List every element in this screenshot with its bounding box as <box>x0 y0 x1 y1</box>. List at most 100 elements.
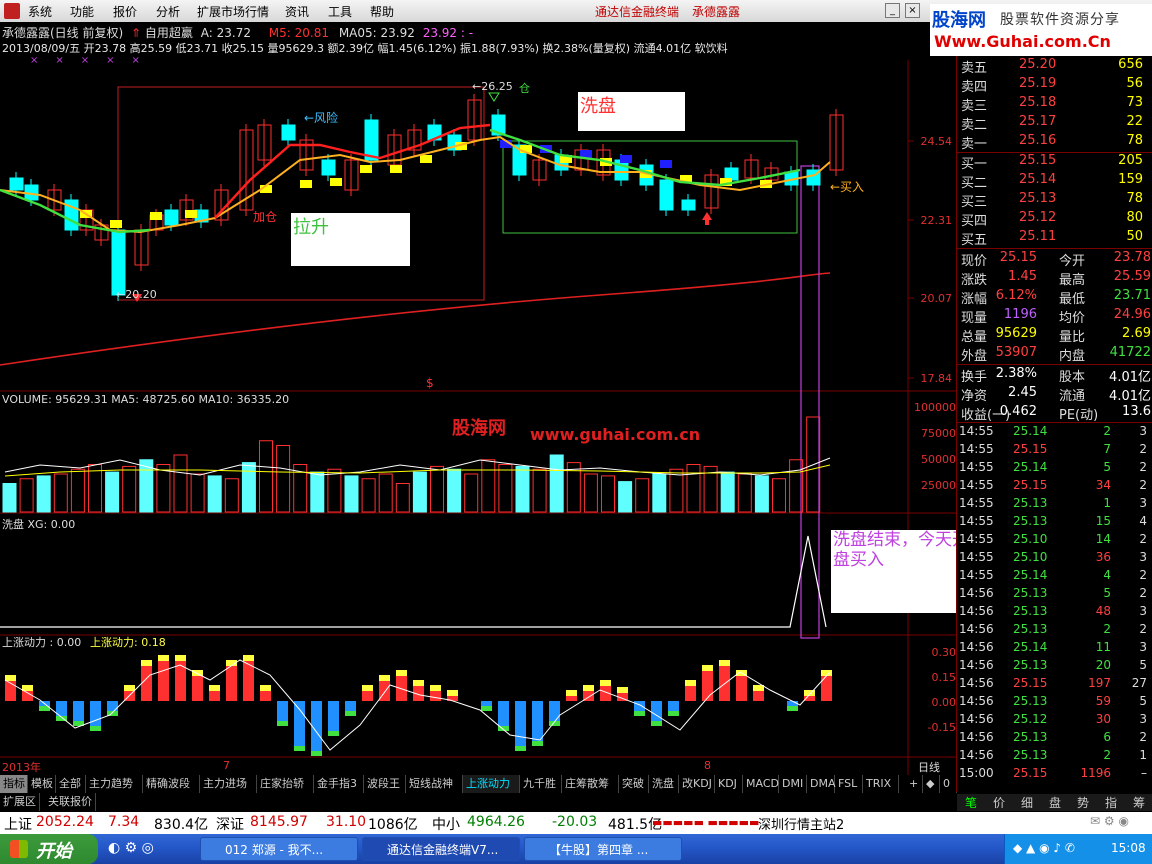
quote-level-row[interactable]: 卖五 25.20 656 <box>961 57 1151 76</box>
detail-tab-0[interactable]: 笔 <box>957 794 985 811</box>
tab-16[interactable]: KDJ <box>715 775 743 793</box>
taskbar-item-tdx[interactable]: 通达信金融终端V7... <box>362 837 520 861</box>
tab-19[interactable]: DMA <box>807 775 836 793</box>
sh-label[interactable]: 上证 <box>4 814 32 834</box>
tray-icons-row[interactable]: ◆ ▲ ◉ ♪ ✆ <box>1013 841 1075 855</box>
stat-label: 流通 <box>1059 389 1086 404</box>
tab-7[interactable]: 金手指3 <box>314 775 364 793</box>
tab-0[interactable]: 指标 <box>0 775 28 793</box>
tab-related-quote[interactable]: 关联报价 <box>45 793 96 811</box>
menu-news[interactable]: 资讯 <box>285 3 309 20</box>
menu-system[interactable]: 系统 <box>28 3 52 20</box>
tab-17[interactable]: MACD <box>743 775 779 793</box>
menu-help[interactable]: 帮助 <box>370 3 394 20</box>
minimize-button[interactable]: _ <box>885 3 900 18</box>
quote-level-row[interactable]: 买三 25.13 78 <box>961 191 1151 210</box>
stat-value: 13.6 <box>1122 404 1151 419</box>
server-name[interactable]: 深圳行情主站2 <box>758 814 844 833</box>
tab-5[interactable]: 主力进场 <box>200 775 257 793</box>
volume-bar <box>618 481 633 513</box>
tab-10[interactable]: 上涨动力 <box>463 775 520 793</box>
tab-14[interactable]: 洗盘 <box>649 775 679 793</box>
volume-bar <box>686 464 701 513</box>
clock[interactable]: 15:08 <box>1111 841 1146 855</box>
sz-amount: 1086亿 <box>368 817 418 833</box>
zx-change: -20.03 <box>552 814 598 830</box>
stat-label: 换手 <box>961 370 988 385</box>
tab-2[interactable]: 全部 <box>56 775 86 793</box>
sz-label[interactable]: 深证 <box>216 814 244 834</box>
quote-level-row[interactable]: 卖三 25.18 73 <box>961 95 1151 114</box>
app-icon[interactable] <box>4 3 20 19</box>
menu-extended-market[interactable]: 扩展市场行情 <box>197 3 269 20</box>
tab-4[interactable]: 精确波段 <box>143 775 200 793</box>
tab-6[interactable]: 庄家抬轿 <box>257 775 314 793</box>
stat-value: 2.69 <box>1122 326 1151 341</box>
tab-13[interactable]: 突破 <box>619 775 649 793</box>
tick-cell: 15 <box>1095 514 1111 528</box>
detail-tab-5[interactable]: 指 <box>1097 794 1125 811</box>
stat-label: 最高 <box>1059 273 1086 288</box>
tab-11[interactable]: 九千胜 <box>520 775 562 793</box>
formula-name[interactable]: 自用超赢 <box>145 26 193 40</box>
tab-3[interactable]: 主力趋势 <box>86 775 143 793</box>
sh-amount: 830.4亿 <box>154 817 209 833</box>
taskbar-item-music[interactable]: 012 郑源 - 我不... <box>200 837 358 861</box>
start-button[interactable]: 开始 <box>0 834 98 864</box>
menu-function[interactable]: 功能 <box>70 3 94 20</box>
momentum-cap <box>158 655 169 661</box>
tab-control-2[interactable]: 0 <box>940 775 957 793</box>
tab-control-0[interactable]: + <box>906 775 923 793</box>
tick-cell: 14:56 <box>959 730 994 744</box>
quote-level-row[interactable]: 卖一 25.16 78 <box>961 133 1151 152</box>
tab-18[interactable]: DMI <box>779 775 807 793</box>
detail-tab-3[interactable]: 盘 <box>1041 794 1069 811</box>
quote-level-row[interactable]: 卖四 25.19 56 <box>961 76 1151 95</box>
tick-row: 14:56 25.13 6 2 <box>959 730 1151 748</box>
stat-value: 1196 <box>1003 307 1037 322</box>
detail-tab-6[interactable]: 筹 <box>1125 794 1152 811</box>
tab-21[interactable]: TRIX <box>863 775 899 793</box>
quote-n: 卖四 <box>961 80 988 95</box>
tab-1[interactable]: 模板 <box>28 775 56 793</box>
detail-tab-2[interactable]: 细 <box>1013 794 1041 811</box>
tab-extend-area[interactable]: 扩展区 <box>0 793 40 811</box>
menu-quote[interactable]: 报价 <box>113 3 137 20</box>
quicklaunch-icons[interactable]: ◐ ⚙ ◎ <box>108 840 154 856</box>
tab-15[interactable]: 改KDJ <box>679 775 715 793</box>
signal-block <box>390 165 402 173</box>
menu-tools[interactable]: 工具 <box>328 3 352 20</box>
detail-tab-1[interactable]: 价 <box>985 794 1013 811</box>
taskbar-item-doc[interactable]: 【牛股】第四章 ... <box>524 837 682 861</box>
quote-p: 25.20 <box>1019 57 1057 72</box>
quote-level-row[interactable]: 买二 25.14 159 <box>961 172 1151 191</box>
momentum-bar <box>141 666 152 701</box>
signal-column <box>800 165 820 639</box>
momentum-bar <box>566 696 577 701</box>
tab-8[interactable]: 波段王 <box>364 775 406 793</box>
tab-9[interactable]: 短线战神 <box>406 775 463 793</box>
tick-cell: 14:56 <box>959 586 994 600</box>
close-button[interactable]: × <box>905 3 920 18</box>
tick-cell: 25.13 <box>1013 514 1048 528</box>
tab-20[interactable]: FSL <box>835 775 863 793</box>
period-label[interactable]: 日线 <box>918 759 940 775</box>
quote-level-row[interactable]: 买一 25.15 205 <box>961 153 1151 172</box>
tab-control-1[interactable]: ◆ <box>923 775 940 793</box>
momentum-bar <box>5 681 16 701</box>
quote-level-row[interactable]: 买五 25.11 50 <box>961 229 1151 248</box>
tab-12[interactable]: 庄筹散筹 <box>562 775 619 793</box>
tick-cell: 25.14 <box>1013 568 1048 582</box>
detail-tab-4[interactable]: 势 <box>1069 794 1097 811</box>
quote-v: 73 <box>1126 95 1143 110</box>
stat-value: 0.462 <box>999 404 1037 419</box>
momentum-bar <box>294 701 305 746</box>
zx-label[interactable]: 中小 <box>432 814 460 834</box>
tick-row: 14:55 25.14 2 3 <box>959 424 1151 442</box>
quote-level-row[interactable]: 卖二 25.17 22 <box>961 114 1151 133</box>
menu-analysis[interactable]: 分析 <box>156 3 180 20</box>
volume-bar <box>635 478 650 513</box>
extend-tabs: 扩展区 关联报价 <box>0 793 956 811</box>
quote-level-row[interactable]: 买四 25.12 80 <box>961 210 1151 229</box>
momentum-bar <box>481 701 492 706</box>
